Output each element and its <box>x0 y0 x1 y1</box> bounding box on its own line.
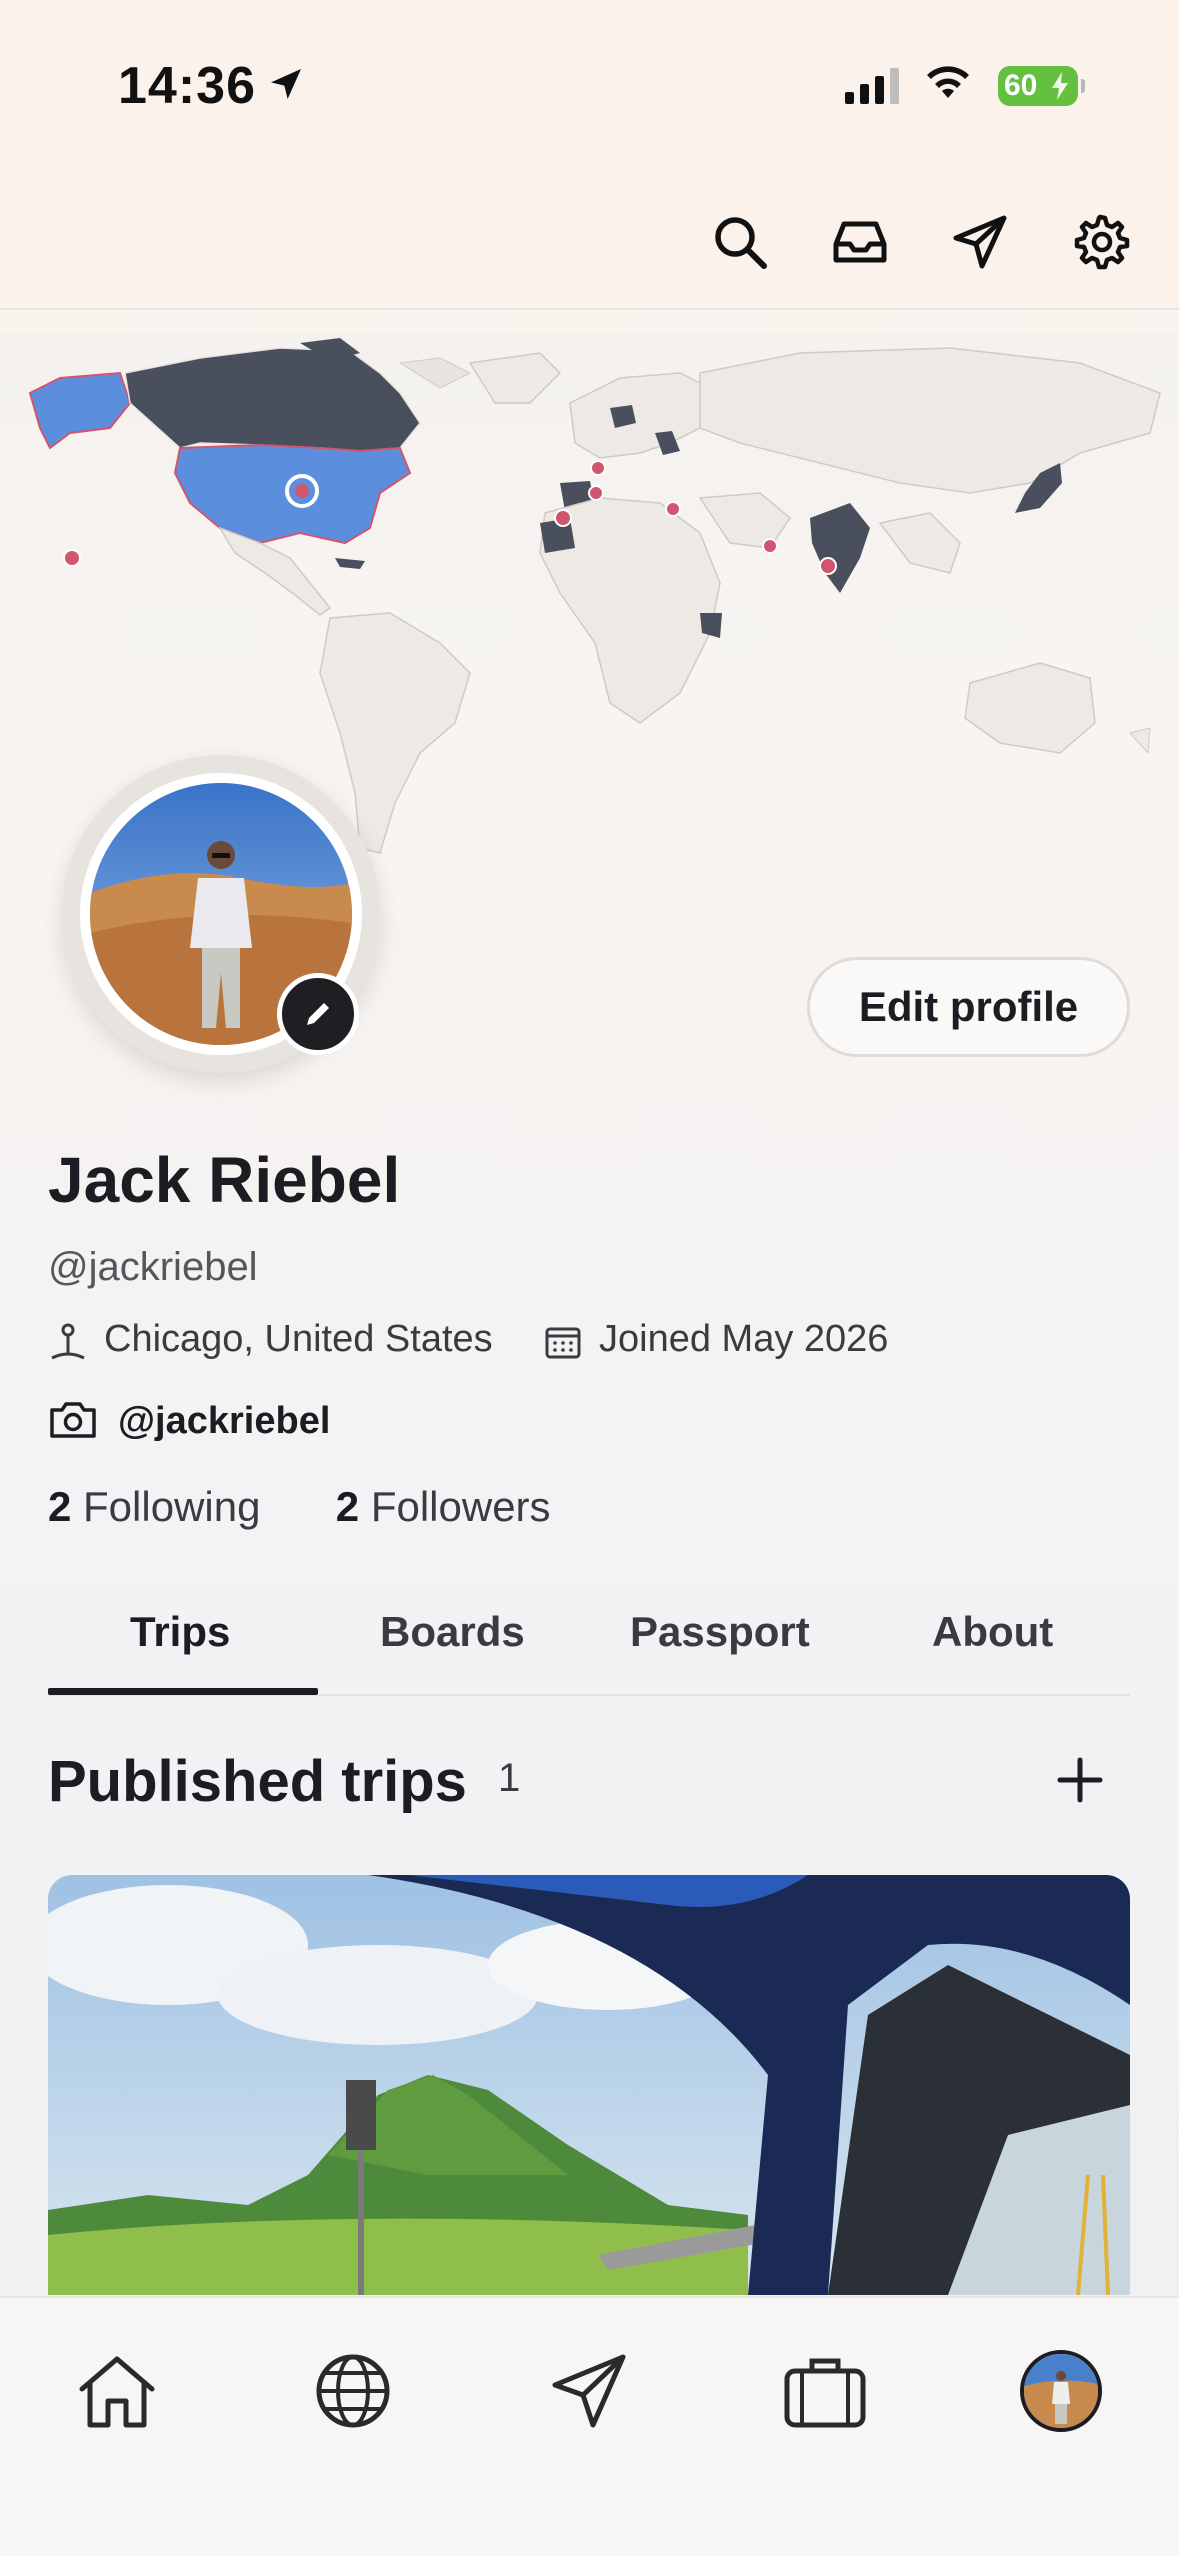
nav-trips[interactable] <box>780 2346 870 2436</box>
profile-handle: @jackriebel <box>48 1245 258 1289</box>
trip-card[interactable] <box>48 1875 1130 2295</box>
nav-profile[interactable] <box>1016 2346 1106 2436</box>
bottom-tab-bar <box>0 2296 1179 2556</box>
send-icon <box>552 2354 626 2428</box>
pencil-icon <box>307 1003 329 1025</box>
tab-passport[interactable]: Passport <box>630 1608 810 1656</box>
location-text: Chicago, United States <box>104 1318 493 1360</box>
nav-messages[interactable] <box>544 2346 634 2436</box>
inbox-icon[interactable] <box>830 212 890 272</box>
add-trip-button[interactable] <box>1052 1752 1108 1808</box>
profile-avatar-small <box>1020 2350 1102 2432</box>
joined-text: Joined May 2026 <box>599 1318 889 1360</box>
trip-cover-image <box>48 1875 1130 2295</box>
profile-name: Jack Riebel <box>48 1144 401 1216</box>
instagram-link[interactable]: @jackriebel <box>48 1398 330 1448</box>
location-pin-icon <box>51 1323 85 1360</box>
followers-count: 2 <box>335 1483 360 1530</box>
nav-explore[interactable] <box>308 2346 398 2436</box>
active-tab-indicator <box>48 1688 318 1695</box>
instagram-handle: @jackriebel <box>118 1400 331 1442</box>
follow-stats: 2 Following 2 Followers <box>48 1483 551 1531</box>
tab-trips[interactable]: Trips <box>130 1608 230 1656</box>
following-link[interactable]: 2 Following <box>48 1483 260 1530</box>
send-icon[interactable] <box>950 212 1010 272</box>
calendar-icon <box>545 1327 581 1359</box>
wifi-icon <box>927 66 969 98</box>
section-count: 1 <box>498 1756 521 1800</box>
globe-icon <box>316 2354 390 2428</box>
following-label: Following <box>83 1483 261 1530</box>
profile-tabs: Trips Boards Passport About <box>48 1600 1130 1696</box>
search-icon[interactable] <box>710 212 770 272</box>
gear-icon[interactable] <box>1070 212 1130 272</box>
following-count: 2 <box>48 1483 72 1530</box>
camera-icon <box>50 1402 96 1438</box>
edit-profile-button[interactable]: Edit profile <box>807 957 1130 1057</box>
battery-level: 60 <box>1004 69 1038 102</box>
followers-label: Followers <box>370 1483 551 1530</box>
charging-bolt-icon <box>1052 72 1068 100</box>
status-time: 14:36 <box>118 57 256 115</box>
location-arrow-icon <box>271 69 301 99</box>
top-action-bar <box>0 160 1179 310</box>
tab-boards[interactable]: Boards <box>380 1608 525 1656</box>
status-bar: 14:36 60 <box>0 0 1179 160</box>
followers-link[interactable]: 2 Followers <box>336 1483 551 1530</box>
cellular-signal-icon <box>845 68 899 104</box>
tab-about[interactable]: About <box>932 1608 1053 1656</box>
profile-avatar-large[interactable] <box>62 755 380 1073</box>
battery-indicator: 60 <box>998 66 1085 106</box>
section-title: Published trips <box>48 1749 467 1814</box>
edit-avatar-button[interactable] <box>277 973 359 1055</box>
briefcase-icon <box>784 2358 866 2428</box>
nav-home[interactable] <box>72 2346 162 2436</box>
home-icon <box>79 2356 155 2428</box>
